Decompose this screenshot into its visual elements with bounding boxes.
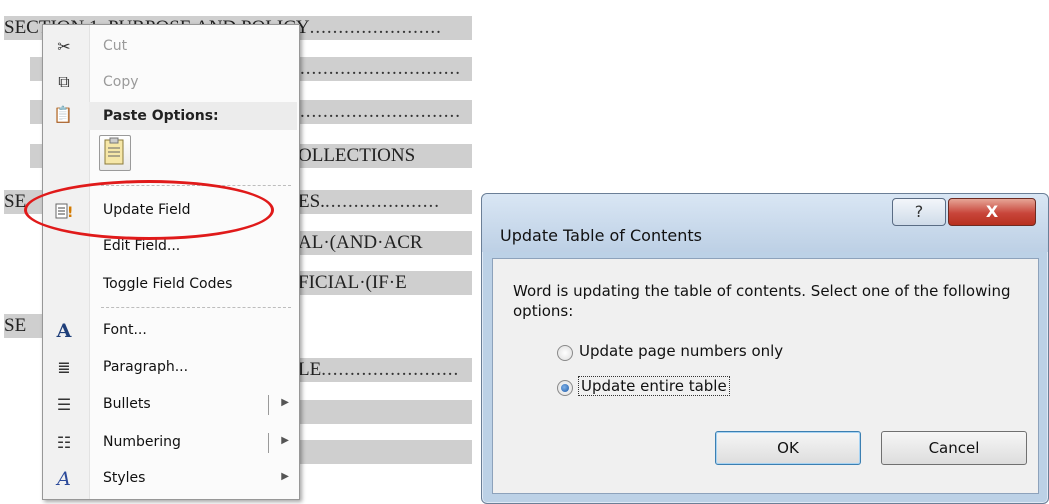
toc-line-text: SE xyxy=(4,315,27,336)
scissors-icon: ✂ xyxy=(57,39,71,56)
copy-icon: ⧉ xyxy=(58,74,70,91)
context-menu: ✂ Cut ⧉ Copy Paste Options: 📋 ! Update F… xyxy=(42,24,300,500)
menu-item-label: Update Field xyxy=(103,202,191,218)
toc-line: SE xyxy=(4,314,44,338)
close-button[interactable]: X xyxy=(948,198,1036,226)
toc-line: ES..................... xyxy=(298,190,472,214)
radio-button-selected-icon[interactable] xyxy=(557,380,573,396)
toc-line-text: SE xyxy=(4,191,27,212)
menu-separator xyxy=(101,185,291,186)
radio-label: Update page numbers only xyxy=(579,342,784,360)
submenu-arrow-icon[interactable]: ▶ xyxy=(281,397,289,408)
styles-icon: A xyxy=(57,468,71,490)
dialog-body: Word is updating the table of contents. … xyxy=(492,258,1039,494)
radio-label: Update entire table xyxy=(578,376,730,396)
toc-line-text: AL·(AND·ACR xyxy=(298,232,423,253)
split-divider xyxy=(268,433,269,453)
toc-line-text: LE xyxy=(298,359,322,380)
menu-item-label: Styles xyxy=(103,470,146,486)
menu-item-label: Toggle Field Codes xyxy=(103,276,233,292)
update-field-icon: ! xyxy=(53,200,75,222)
menu-item-label: Edit Field... xyxy=(103,238,181,254)
split-divider xyxy=(268,395,269,415)
menu-item-label: Paragraph... xyxy=(103,359,189,375)
toc-line-text: FICIAL·(IF·E xyxy=(298,272,407,293)
paste-options-header: Paste Options: xyxy=(89,102,297,130)
toc-line xyxy=(298,440,472,464)
cancel-button[interactable]: Cancel xyxy=(881,431,1027,465)
toc-leader-dots: ........................ xyxy=(321,359,460,380)
paste-icon: 📋 xyxy=(53,107,73,124)
dialog-title: Update Table of Contents xyxy=(500,226,702,245)
toc-leader-dots: .................... xyxy=(324,191,440,212)
ok-button[interactable]: OK xyxy=(715,431,861,465)
menu-item-label: Copy xyxy=(103,74,139,90)
toc-line: SE xyxy=(4,190,44,214)
menu-item-styles[interactable]: A Styles ▶ xyxy=(43,461,299,497)
toc-line: AL·(AND·ACR xyxy=(298,231,472,255)
menu-item-label: Cut xyxy=(103,38,128,54)
paste-text-only-icon xyxy=(104,137,124,165)
menu-item-bullets[interactable]: ☰ Bullets ▶ xyxy=(43,387,299,423)
menu-item-label: Bullets xyxy=(103,396,151,412)
toc-line xyxy=(298,400,472,424)
menu-item-toggle-field-codes[interactable]: Toggle Field Codes xyxy=(43,267,299,303)
font-icon: A xyxy=(56,320,72,342)
toc-leader-dots: ....................... xyxy=(309,17,442,38)
menu-item-cut[interactable]: ✂ Cut xyxy=(43,29,299,65)
paste-options-label: Paste Options: xyxy=(103,108,219,124)
svg-text:!: ! xyxy=(67,205,73,221)
toc-line-text: ES. xyxy=(298,191,325,212)
menu-item-label: Numbering xyxy=(103,434,181,450)
bullets-icon: ☰ xyxy=(56,397,72,414)
update-field-glyph: ! xyxy=(55,203,73,221)
menu-item-edit-field[interactable]: Edit Field... xyxy=(43,229,299,265)
menu-item-update-field[interactable]: ! Update Field xyxy=(43,193,299,229)
paste-keep-text-only-button[interactable] xyxy=(99,135,131,171)
menu-item-copy[interactable]: ⧉ Copy xyxy=(43,65,299,101)
toc-line: FICIAL·(IF·E xyxy=(298,271,472,295)
help-button[interactable]: ? xyxy=(892,198,946,226)
submenu-arrow-icon: ▶ xyxy=(281,471,289,482)
dialog-titlebar: Update Table of Contents ? X xyxy=(482,194,1048,252)
update-toc-dialog: Update Table of Contents ? X Word is upd… xyxy=(481,193,1049,504)
submenu-arrow-icon[interactable]: ▶ xyxy=(281,435,289,446)
menu-item-label: Font... xyxy=(103,322,147,338)
toc-line: LE........................ xyxy=(298,358,472,382)
radio-button-icon[interactable] xyxy=(557,345,573,361)
paragraph-icon: ≣ xyxy=(57,360,71,377)
menu-item-font[interactable]: A Font... xyxy=(43,313,299,349)
menu-item-numbering[interactable]: ☷ Numbering ▶ xyxy=(43,425,299,461)
menu-separator xyxy=(101,307,291,308)
numbering-icon: ☷ xyxy=(56,435,72,452)
dialog-message: Word is updating the table of contents. … xyxy=(513,282,1011,320)
menu-item-paragraph[interactable]: ≣ Paragraph... xyxy=(43,350,299,386)
